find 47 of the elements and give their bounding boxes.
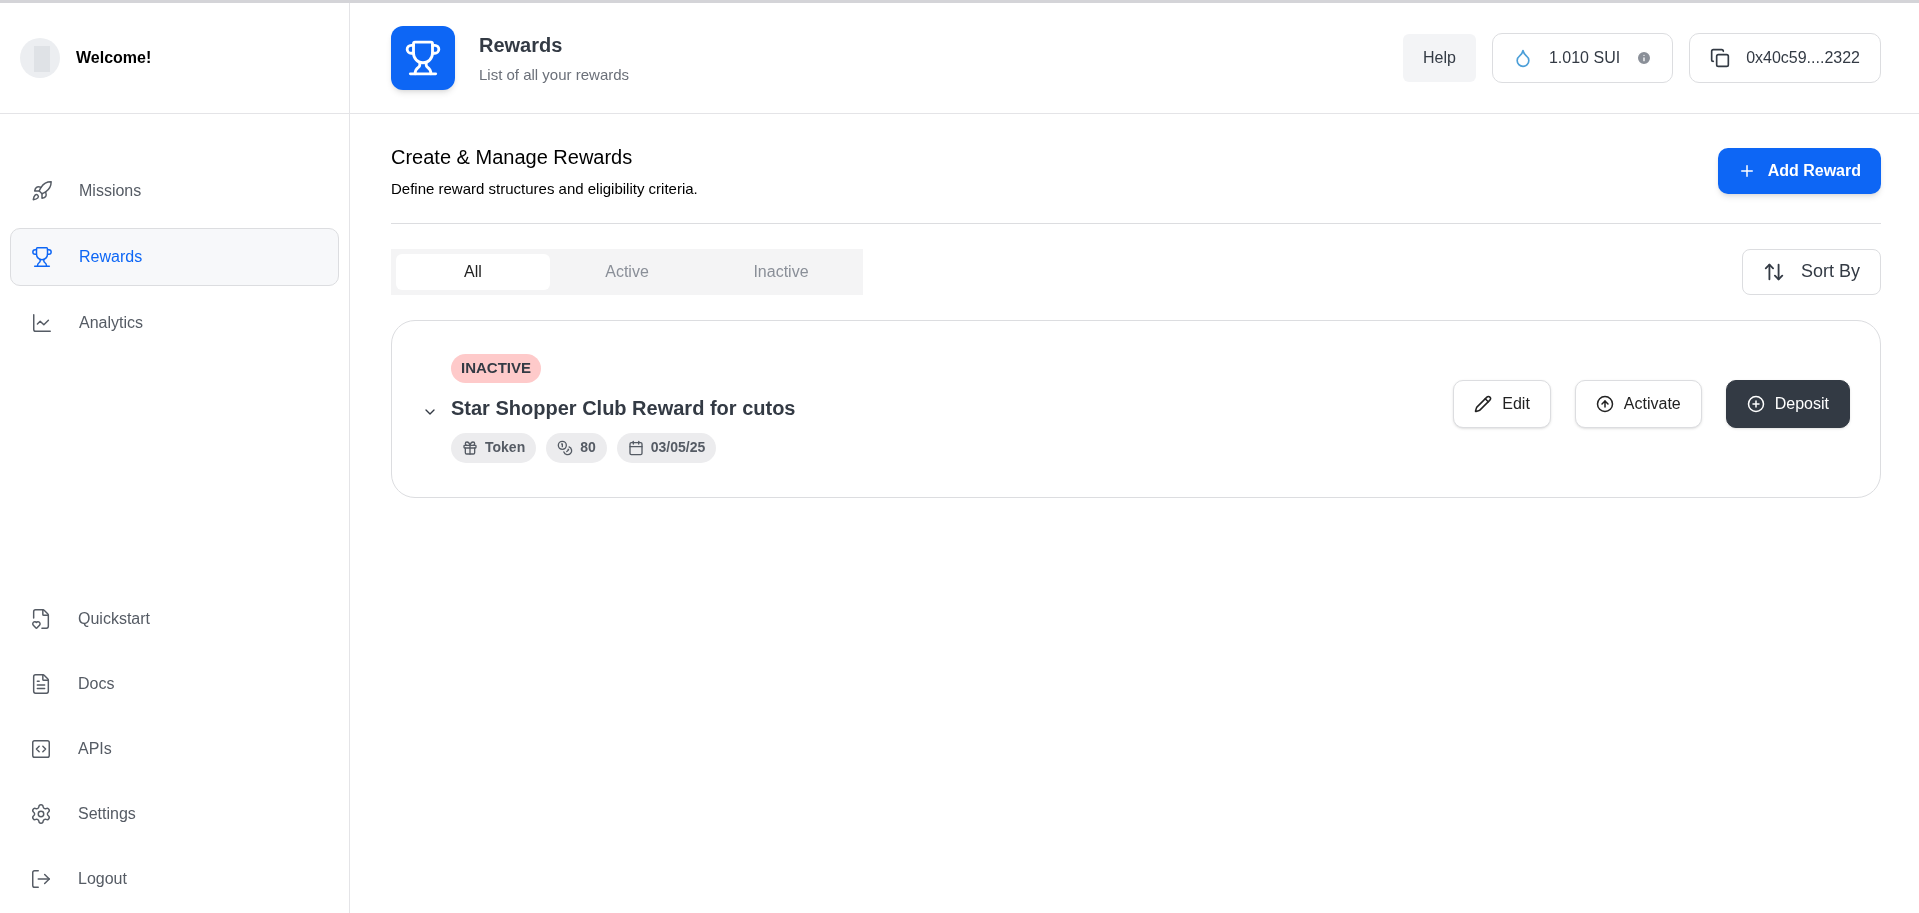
balance-text: 1.010 SUI xyxy=(1548,48,1621,68)
address-text: 0x40c59....2322 xyxy=(1746,48,1860,68)
sidebar-item[interactable]: Logout xyxy=(10,850,339,908)
trophy-icon xyxy=(31,246,53,268)
action-button[interactable]: Edit xyxy=(1453,379,1551,428)
pencil-icon xyxy=(1474,394,1493,413)
add-reward-button[interactable]: Add Reward xyxy=(1717,148,1881,195)
deposit-button[interactable]: Deposit xyxy=(1725,379,1850,428)
welcome-text: Welcome! xyxy=(76,48,152,68)
document-icon xyxy=(30,673,52,695)
chart-icon xyxy=(31,312,53,334)
sidebar-item[interactable]: Analytics xyxy=(10,294,339,352)
avatar-icon xyxy=(20,38,60,78)
copy-icon xyxy=(1710,48,1731,68)
sidebar-item[interactable]: Rewards xyxy=(10,228,339,286)
address-button[interactable]: 0x40c59....2322 xyxy=(1689,33,1881,83)
chip-text: 03/05/25 xyxy=(650,438,706,458)
chip-text: Token xyxy=(485,438,526,458)
reward-title: Star Shopper Club Reward for cutos xyxy=(451,395,796,421)
calendar-icon xyxy=(627,439,644,456)
logout-icon xyxy=(30,868,52,890)
gift-icon xyxy=(462,439,478,456)
info-icon xyxy=(1636,50,1653,66)
balance-button[interactable]: 1.010 SUI xyxy=(1491,33,1674,83)
chip-text: 80 xyxy=(580,438,596,458)
page-title: Rewards xyxy=(479,32,564,58)
sidebar-item[interactable]: Missions xyxy=(10,162,339,220)
section-subtitle: Define reward structures and eligibility criteria. xyxy=(391,179,698,199)
filter-tab[interactable]: All xyxy=(396,253,550,290)
sidebar-item[interactable]: Settings xyxy=(10,785,339,843)
coins-icon xyxy=(557,439,574,456)
settings-icon xyxy=(30,803,52,825)
trophy-icon xyxy=(391,26,455,90)
arrow-up-circle-icon xyxy=(1595,394,1614,413)
code-icon xyxy=(30,738,52,760)
sort-button[interactable]: Sort By xyxy=(1741,248,1881,295)
rocket-icon xyxy=(31,180,53,202)
page-subtitle: List of all your rewards xyxy=(479,64,630,85)
help-button[interactable]: Help xyxy=(1403,34,1476,82)
sidebar-item[interactable]: Quickstart xyxy=(10,590,339,648)
sidebar-item[interactable]: APIs xyxy=(10,720,339,778)
section-title: Create & Manage Rewards xyxy=(391,145,634,170)
status-badge: INACTIVE xyxy=(451,354,541,383)
document-heart-icon xyxy=(30,608,52,630)
plus-circle-icon xyxy=(1746,394,1765,413)
action-button[interactable]: Activate xyxy=(1574,379,1702,428)
sidebar-item[interactable]: Docs xyxy=(10,655,339,713)
